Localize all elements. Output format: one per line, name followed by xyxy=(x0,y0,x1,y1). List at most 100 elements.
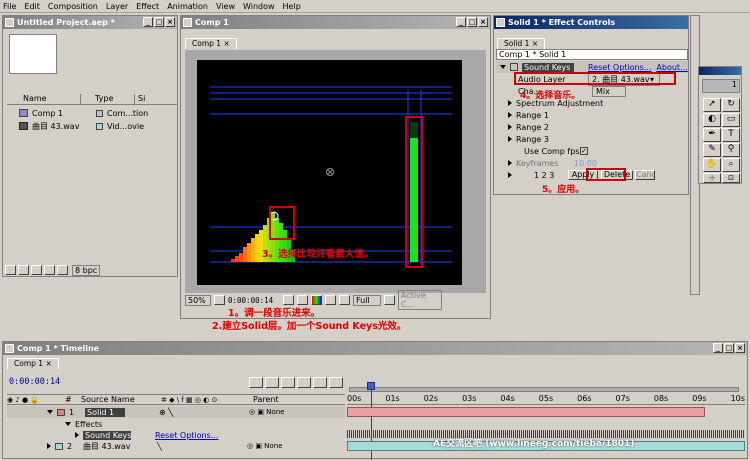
parent-select[interactable]: ◎ ▣ None xyxy=(249,408,284,416)
comp-mini-flowchart-icon[interactable] xyxy=(249,377,263,388)
resolution-select[interactable]: Full xyxy=(353,294,381,306)
camera-tool-icon[interactable]: ◐ xyxy=(703,113,721,127)
label-color[interactable] xyxy=(55,442,63,450)
range3-row[interactable]: Range 3 xyxy=(496,133,688,145)
channel-icon[interactable] xyxy=(311,295,322,305)
find-icon[interactable] xyxy=(5,265,16,275)
folder-icon[interactable] xyxy=(18,265,29,275)
menu-file[interactable]: File xyxy=(3,2,16,11)
close-icon[interactable]: × xyxy=(478,17,488,27)
draft-3d-icon[interactable] xyxy=(281,377,295,388)
about-link[interactable]: About... xyxy=(656,63,687,72)
maximize-icon[interactable]: □ xyxy=(154,17,164,27)
cti-head[interactable] xyxy=(367,382,375,390)
parent-select[interactable]: ◎ ▣ None xyxy=(247,442,282,450)
rotate-tool-icon[interactable]: ↻ xyxy=(722,98,740,112)
range1-row[interactable]: Range 1 xyxy=(496,109,688,121)
reset-options-link[interactable]: Reset Options... xyxy=(588,63,651,72)
live-update-icon[interactable] xyxy=(265,377,279,388)
col-size[interactable]: Si xyxy=(135,94,145,104)
checker-icon[interactable] xyxy=(325,295,336,305)
col-parent[interactable]: Parent xyxy=(253,395,279,404)
frame-blend-icon[interactable] xyxy=(313,377,327,388)
world-axis-icon[interactable]: ⊡ xyxy=(722,173,740,183)
expand-icon[interactable] xyxy=(47,443,51,449)
settings-icon[interactable] xyxy=(57,265,68,275)
col-type[interactable]: Type xyxy=(81,94,135,104)
minimize-icon[interactable]: _ xyxy=(143,17,153,27)
text-tool-icon[interactable]: T xyxy=(722,128,740,142)
col-name[interactable]: Name xyxy=(7,94,81,104)
col-source-name[interactable]: Source Name xyxy=(81,395,161,404)
cancel-button[interactable]: Canc xyxy=(635,170,655,180)
zoom-select[interactable]: 50% xyxy=(185,294,211,306)
camera-select[interactable]: Active C... xyxy=(398,290,442,310)
close-icon[interactable]: × xyxy=(165,17,175,27)
axis-tool-icon[interactable]: ⊹ xyxy=(703,173,721,183)
minimize-icon[interactable]: _ xyxy=(713,343,723,353)
expand-icon[interactable] xyxy=(508,160,512,166)
snapshot-icon[interactable] xyxy=(283,295,294,305)
expand-icon[interactable] xyxy=(75,432,79,438)
pen-tool-icon[interactable]: ✒ xyxy=(703,128,721,142)
layer-bar-solid[interactable] xyxy=(347,407,705,417)
maximize-icon[interactable]: □ xyxy=(724,343,734,353)
project-item-wav[interactable]: 曲目 43.wav Vid...ovie xyxy=(7,120,177,132)
expand-icon[interactable] xyxy=(47,410,53,414)
project-item-comp[interactable]: Comp 1 Com...tion xyxy=(7,107,177,119)
layer-row-solid[interactable]: 1 Solid 1 ⊕ ╲ ◎ ▣ None xyxy=(7,406,345,418)
menu-layer[interactable]: Layer xyxy=(106,2,128,11)
menu-animation[interactable]: Animation xyxy=(167,2,208,11)
mask-tool-icon[interactable]: ▭ xyxy=(722,113,740,127)
menu-help[interactable]: Help xyxy=(283,2,301,11)
layer-name[interactable]: 曲目 43.wav xyxy=(83,441,130,452)
grid-icon[interactable] xyxy=(339,295,350,305)
brush-tool-icon[interactable]: ✎ xyxy=(703,143,721,157)
expand-icon[interactable] xyxy=(500,65,506,69)
comp-time[interactable]: 0:00:00:14 xyxy=(228,296,280,305)
expand-icon[interactable] xyxy=(508,172,512,178)
use-comp-fps-checkbox[interactable]: ✓ xyxy=(580,147,588,155)
minimize-icon[interactable]: _ xyxy=(456,17,466,27)
bpc-label[interactable]: 8 bpc xyxy=(72,264,101,276)
stamp-tool-icon[interactable]: ⚲ xyxy=(722,143,740,157)
layer-name[interactable]: Solid 1 xyxy=(85,407,125,417)
fx-toggle-icon[interactable] xyxy=(510,63,518,71)
selection-tool-icon[interactable]: ➚ xyxy=(703,98,721,112)
zoom-tool-icon[interactable]: ⌕ xyxy=(722,158,740,172)
menu-composition[interactable]: Composition xyxy=(48,2,98,11)
expand-icon[interactable] xyxy=(508,124,512,130)
close-icon[interactable]: × xyxy=(735,343,745,353)
trash-icon[interactable] xyxy=(44,265,55,275)
menu-effect[interactable]: Effect xyxy=(136,2,159,11)
comp-tab[interactable]: Comp 1 × xyxy=(185,38,237,49)
layer-switches[interactable]: ╲ xyxy=(157,442,247,451)
range2-row[interactable]: Range 2 xyxy=(496,121,688,133)
show-snapshot-icon[interactable] xyxy=(297,295,308,305)
layer-row-wav[interactable]: 2 曲目 43.wav ╲ ◎ ▣ None xyxy=(7,440,345,452)
label-color[interactable] xyxy=(57,408,65,416)
effect-tab[interactable]: Solid 1 × xyxy=(497,38,546,49)
shy-icon[interactable] xyxy=(297,377,311,388)
menu-view[interactable]: View xyxy=(216,2,235,11)
expand-icon[interactable] xyxy=(508,136,512,142)
expand-icon[interactable] xyxy=(508,112,512,118)
motion-blur-icon[interactable] xyxy=(329,377,343,388)
timeline-reset-options[interactable]: Reset Options... xyxy=(155,431,218,440)
channel-select[interactable]: Mix xyxy=(592,85,626,97)
menu-edit[interactable]: Edit xyxy=(24,2,40,11)
timeline-tab[interactable]: Comp 1 × xyxy=(7,358,59,369)
work-area-bar[interactable] xyxy=(349,387,739,392)
range-numbers[interactable]: 1 2 3 xyxy=(534,171,568,180)
layer-switches[interactable]: ⊕ ╲ xyxy=(159,408,249,417)
roi-icon[interactable] xyxy=(384,295,395,305)
timeline-time[interactable]: 0:00:00:14 xyxy=(9,377,60,387)
hand-tool-icon[interactable]: ✋ xyxy=(703,158,721,172)
maximize-icon[interactable]: □ xyxy=(467,17,477,27)
time-ruler[interactable]: 00s 01s 02s 03s 04s 05s 06s 07s 08s 09s 10s xyxy=(347,387,745,405)
new-comp-icon[interactable] xyxy=(31,265,42,275)
expand-icon[interactable] xyxy=(508,100,512,106)
menu-window[interactable]: Window xyxy=(243,2,275,11)
keyframes-value[interactable]: 10.00 xyxy=(574,159,597,168)
expand-icon[interactable] xyxy=(65,422,71,426)
